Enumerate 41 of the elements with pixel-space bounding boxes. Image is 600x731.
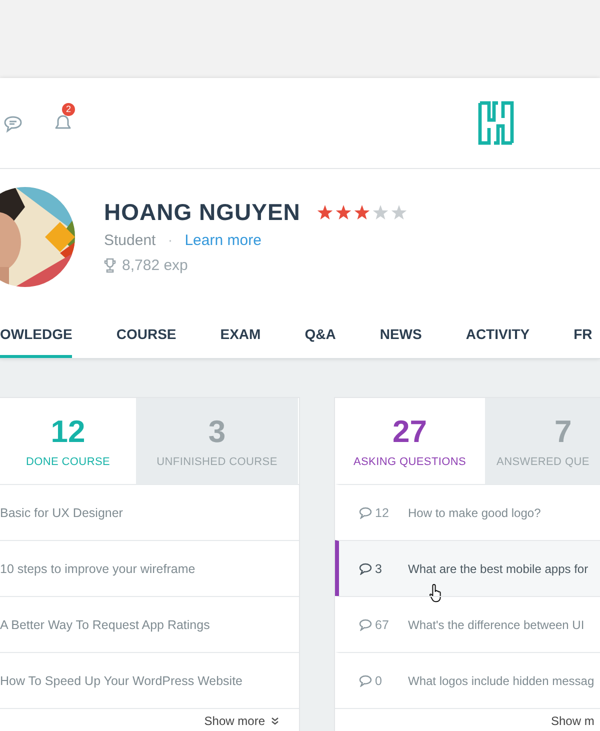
item-title: 10 steps to improve your wireframe [0, 562, 196, 576]
item-title: How to make good logo? [408, 506, 541, 520]
list-item[interactable]: How To Speed Up Your WordPress Website [0, 652, 299, 708]
nav-tab[interactable]: Q&A [304, 313, 336, 358]
reply-count: 0 [375, 674, 383, 688]
nav-tab[interactable]: COURSE [116, 313, 176, 358]
list-item[interactable]: 0 What logos include hidden messag [335, 652, 600, 708]
item-title: How To Speed Up Your WordPress Website [0, 674, 242, 688]
list-item[interactable]: 10 steps to improve your wireframe [0, 540, 299, 596]
user-role: Student [104, 232, 156, 249]
reply-count: 67 [375, 618, 390, 632]
list-item[interactable]: A Better Way To Request App Ratings [0, 596, 299, 652]
double-chevron-down-icon [271, 716, 279, 724]
comment-icon [359, 562, 372, 574]
chat-icon[interactable] [3, 115, 23, 133]
item-title: What are the best mobile apps for [408, 562, 588, 576]
trophy-icon [104, 258, 116, 273]
notification-badge: 2 [62, 103, 75, 116]
nav-tab[interactable]: FR [574, 313, 592, 358]
comment-icon [359, 506, 372, 518]
reply-count: 3 [375, 562, 383, 576]
nav-tab[interactable]: OWLEDGE [0, 313, 72, 358]
list-item[interactable]: Basic for UX Designer [0, 484, 299, 540]
item-title: Basic for UX Designer [0, 506, 123, 520]
user-name: HOANG NGUYEN [104, 199, 300, 226]
learn-more-link[interactable]: Learn more [184, 232, 262, 249]
separator-dot: · [168, 232, 173, 249]
nav-tab[interactable]: NEWS [380, 313, 422, 358]
item-title: A Better Way To Request App Ratings [0, 618, 210, 632]
nav-tab[interactable]: EXAM [220, 313, 261, 358]
comment-icon [359, 674, 372, 686]
item-title: What's the difference between UI [408, 618, 584, 632]
nav-tab[interactable]: ACTIVITY [466, 313, 530, 358]
list-item[interactable]: 67 What's the difference between UI [335, 596, 600, 652]
experience-points: 8,782 exp [122, 257, 188, 274]
show-more-link[interactable]: Show m [551, 714, 594, 728]
reply-count: 12 [375, 506, 390, 520]
show-more-link[interactable]: Show more [204, 714, 265, 728]
comment-icon [359, 618, 372, 630]
logo-icon[interactable] [478, 101, 514, 145]
item-title: What logos include hidden messag [408, 674, 594, 688]
